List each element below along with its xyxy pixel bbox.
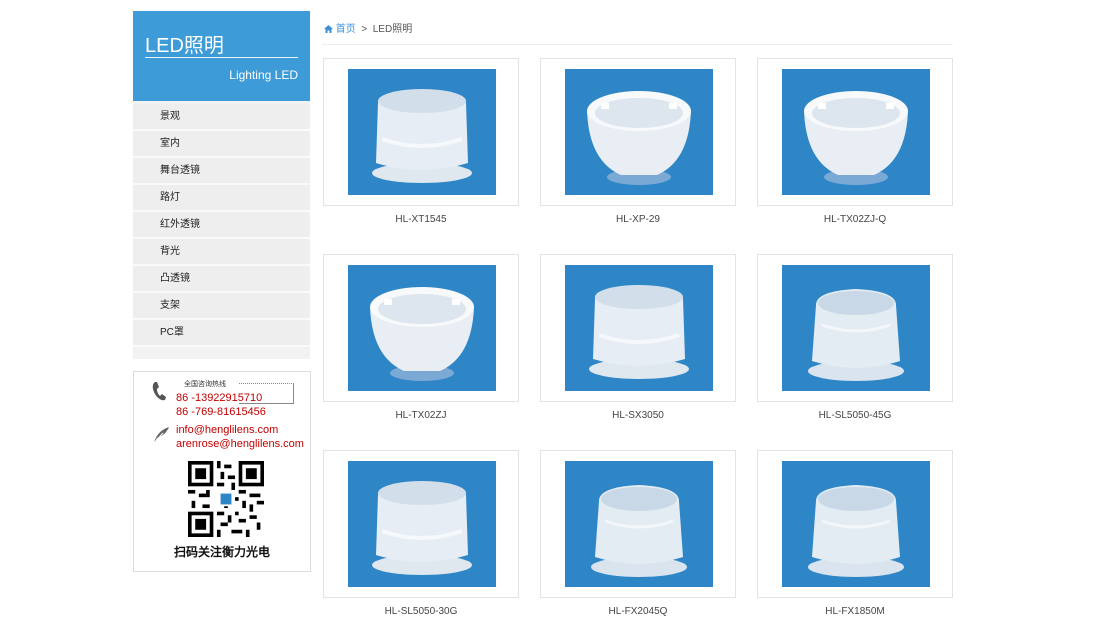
- product-card[interactable]: HL-XT1545: [323, 58, 519, 225]
- product-image-frame[interactable]: [323, 450, 519, 598]
- breadcrumb-home-link[interactable]: 首页: [336, 24, 356, 35]
- product-photo[interactable]: [565, 265, 713, 391]
- email-link[interactable]: arenrose@henglilens.com: [176, 438, 304, 450]
- product-photo[interactable]: [348, 69, 496, 195]
- product-card[interactable]: HL-FX1850M: [757, 450, 953, 617]
- sidebar-divider: [145, 57, 298, 58]
- sidebar-subtitle: Lighting LED: [229, 68, 298, 82]
- phone-icon: [152, 382, 166, 401]
- sidebar-item[interactable]: 背光: [133, 239, 310, 266]
- lens-illustration: [589, 285, 689, 379]
- product-name[interactable]: HL-FX2045Q: [540, 606, 736, 617]
- product-image-frame[interactable]: [323, 58, 519, 206]
- breadcrumb: 首页 > LED照明: [324, 20, 412, 35]
- product-photo[interactable]: [565, 69, 713, 195]
- lens-illustration: [587, 91, 691, 185]
- lens-illustration: [804, 91, 908, 185]
- product-card[interactable]: HL-SX3050: [540, 254, 736, 421]
- sidebar-item[interactable]: 路灯: [133, 185, 310, 212]
- lens-illustration: [372, 89, 472, 183]
- product-photo[interactable]: [348, 461, 496, 587]
- breadcrumb-current: LED照明: [372, 24, 413, 35]
- lens-illustration: [591, 485, 687, 577]
- product-card[interactable]: HL-TX02ZJ-Q: [757, 58, 953, 225]
- email-link[interactable]: info@henglilens.com: [176, 424, 278, 436]
- product-name[interactable]: HL-SL5050-30G: [323, 606, 519, 617]
- lens-illustration: [808, 485, 904, 577]
- product-name[interactable]: HL-TX02ZJ: [323, 410, 519, 421]
- product-name[interactable]: HL-SX3050: [540, 410, 736, 421]
- product-name[interactable]: HL-TX02ZJ-Q: [757, 214, 953, 225]
- phone-number[interactable]: 86 -769-81615456: [176, 406, 266, 418]
- sidebar-item[interactable]: 景观: [133, 104, 310, 131]
- product-photo[interactable]: [782, 69, 930, 195]
- sidebar-header: LED照明 Lighting LED: [133, 11, 310, 101]
- product-photo[interactable]: [565, 461, 713, 587]
- sidebar-menu: 景观 室内 舞台透镜 路灯 红外透镜 背光 凸透镜 支架 PC罩: [133, 101, 310, 359]
- breadcrumb-separator: >: [361, 24, 368, 35]
- feather-icon: [153, 427, 169, 444]
- product-photo[interactable]: [782, 461, 930, 587]
- product-name[interactable]: HL-SL5050-45G: [757, 410, 953, 421]
- product-image-frame[interactable]: [540, 450, 736, 598]
- phone-number[interactable]: 86 -13922915710: [176, 392, 262, 404]
- product-photo[interactable]: [348, 265, 496, 391]
- breadcrumb-divider: [322, 44, 953, 45]
- sidebar-item[interactable]: 室内: [133, 131, 310, 158]
- product-name[interactable]: HL-FX1850M: [757, 606, 953, 617]
- lens-illustration: [370, 287, 474, 381]
- product-image-frame[interactable]: [540, 254, 736, 402]
- sidebar-title: LED照明: [145, 35, 224, 57]
- sidebar-item[interactable]: 凸透镜: [133, 266, 310, 293]
- product-card[interactable]: HL-XP-29: [540, 58, 736, 225]
- product-name[interactable]: HL-XT1545: [323, 214, 519, 225]
- product-card[interactable]: HL-TX02ZJ: [323, 254, 519, 421]
- product-image-frame[interactable]: [323, 254, 519, 402]
- qr-caption: 扫码关注衡力光电: [173, 545, 270, 559]
- home-icon: [324, 25, 333, 33]
- product-image-frame[interactable]: [540, 58, 736, 206]
- sidebar-item[interactable]: PC罩: [133, 320, 310, 347]
- product-photo[interactable]: [782, 265, 930, 391]
- contact-card: 全国咨询热线 86 -13922915710 86 -769-81615456 …: [133, 371, 311, 572]
- product-card[interactable]: HL-SL5050-45G: [757, 254, 953, 421]
- sidebar: LED照明 Lighting LED 景观 室内 舞台透镜 路灯 红外透镜 背光…: [133, 11, 310, 359]
- product-card[interactable]: HL-SL5050-30G: [323, 450, 519, 617]
- product-image-frame[interactable]: [757, 254, 953, 402]
- qr-code-icon: [188, 461, 264, 537]
- lens-illustration: [808, 289, 904, 381]
- sidebar-item[interactable]: 舞台透镜: [133, 158, 310, 185]
- sidebar-item[interactable]: 红外透镜: [133, 212, 310, 239]
- product-image-frame[interactable]: [757, 58, 953, 206]
- lens-illustration: [372, 481, 472, 575]
- product-name[interactable]: HL-XP-29: [540, 214, 736, 225]
- product-card[interactable]: HL-FX2045Q: [540, 450, 736, 617]
- sidebar-item[interactable]: 支架: [133, 293, 310, 320]
- product-image-frame[interactable]: [757, 450, 953, 598]
- hotline-label: 全国咨询热线: [184, 381, 226, 388]
